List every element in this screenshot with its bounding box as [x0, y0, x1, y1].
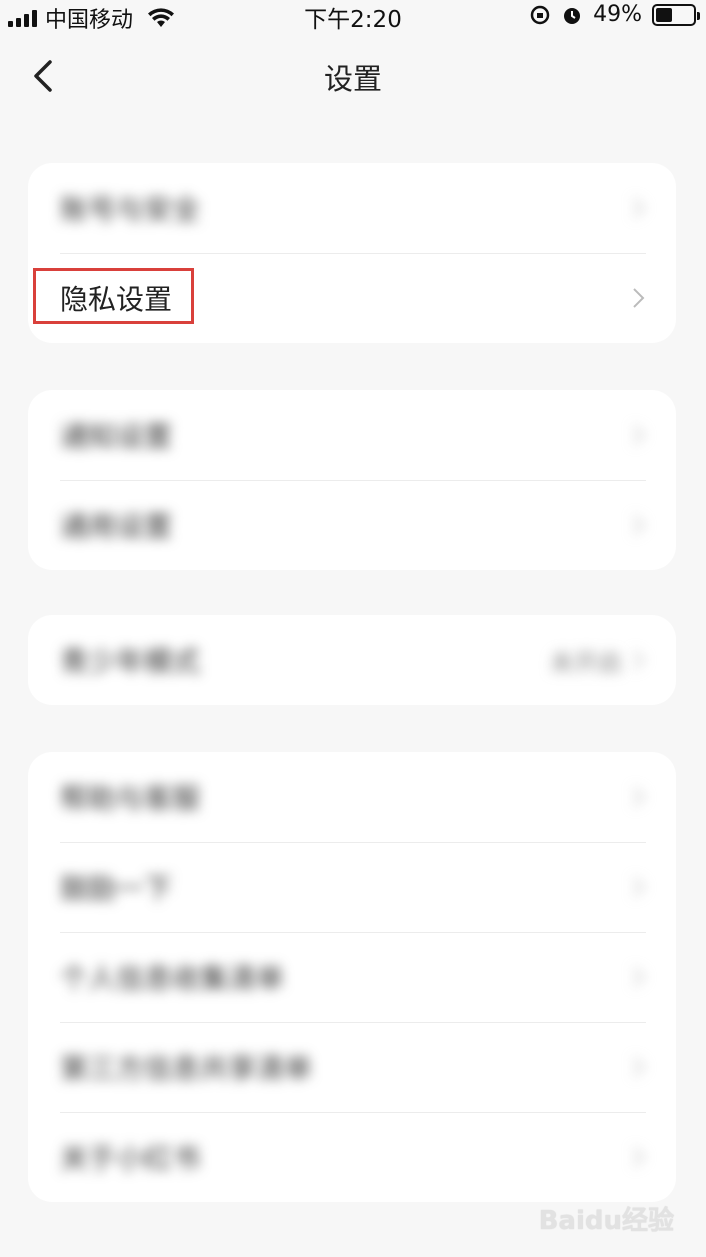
- status-bar: 中国移动 下午2:20 49%: [0, 0, 706, 33]
- highlight-box: [33, 268, 194, 324]
- settings-group-notifications: 通知设置 通用设置: [28, 390, 676, 570]
- settings-group-about: 帮助与客服 鼓励一下 个人信息收集清单 第三方信息共享清单 关于小红书: [28, 752, 676, 1202]
- status-right: 49%: [529, 2, 700, 27]
- nav-bar: 设置: [0, 40, 706, 110]
- row-label: 第三方信息共享清单: [60, 1052, 313, 1085]
- row-value: 未开启: [550, 648, 622, 677]
- page-title: 设置: [323, 62, 382, 96]
- settings-row-about[interactable]: 关于小红书: [28, 1112, 676, 1202]
- watermark: Baidu经验: [538, 1206, 674, 1236]
- chevron-right-icon: [633, 967, 645, 987]
- settings-row-notifications[interactable]: 通知设置: [28, 390, 676, 480]
- settings-row-youth-mode[interactable]: 青少年模式 未开启: [28, 615, 676, 705]
- battery-percent: 49%: [593, 2, 642, 27]
- chevron-right-icon: [633, 288, 645, 308]
- battery-icon: [652, 3, 700, 26]
- chevron-right-icon: [633, 787, 645, 807]
- orientation-lock-icon: [530, 5, 550, 24]
- chevron-right-icon: [633, 877, 645, 897]
- chevron-right-icon: [633, 198, 645, 218]
- settings-group-youth: 青少年模式 未开启: [28, 615, 676, 705]
- settings-row-account-security[interactable]: 账号与安全: [28, 163, 676, 253]
- settings-row-general[interactable]: 通用设置: [28, 480, 676, 570]
- chevron-right-icon: [633, 1147, 645, 1167]
- row-label: 青少年模式: [60, 645, 201, 678]
- chevron-right-icon: [633, 1057, 645, 1077]
- row-label: 帮助与客服: [60, 782, 201, 815]
- row-label: 鼓励一下: [60, 872, 173, 905]
- alarm-icon: [564, 7, 581, 24]
- row-label: 关于小红书: [60, 1142, 201, 1175]
- settings-row-help[interactable]: 帮助与客服: [28, 752, 676, 842]
- settings-row-personal-info-list[interactable]: 个人信息收集清单: [28, 932, 676, 1022]
- settings-row-third-party-list[interactable]: 第三方信息共享清单: [28, 1022, 676, 1112]
- chevron-right-icon: [633, 650, 645, 670]
- row-label: 账号与安全: [60, 193, 201, 226]
- row-label: 个人信息收集清单: [60, 962, 285, 995]
- row-label: 通知设置: [60, 420, 173, 453]
- chevron-right-icon: [633, 425, 645, 445]
- chevron-right-icon: [633, 515, 645, 535]
- settings-row-encourage[interactable]: 鼓励一下: [28, 842, 676, 932]
- row-label: 通用设置: [60, 510, 173, 543]
- battery-fill: [656, 7, 672, 22]
